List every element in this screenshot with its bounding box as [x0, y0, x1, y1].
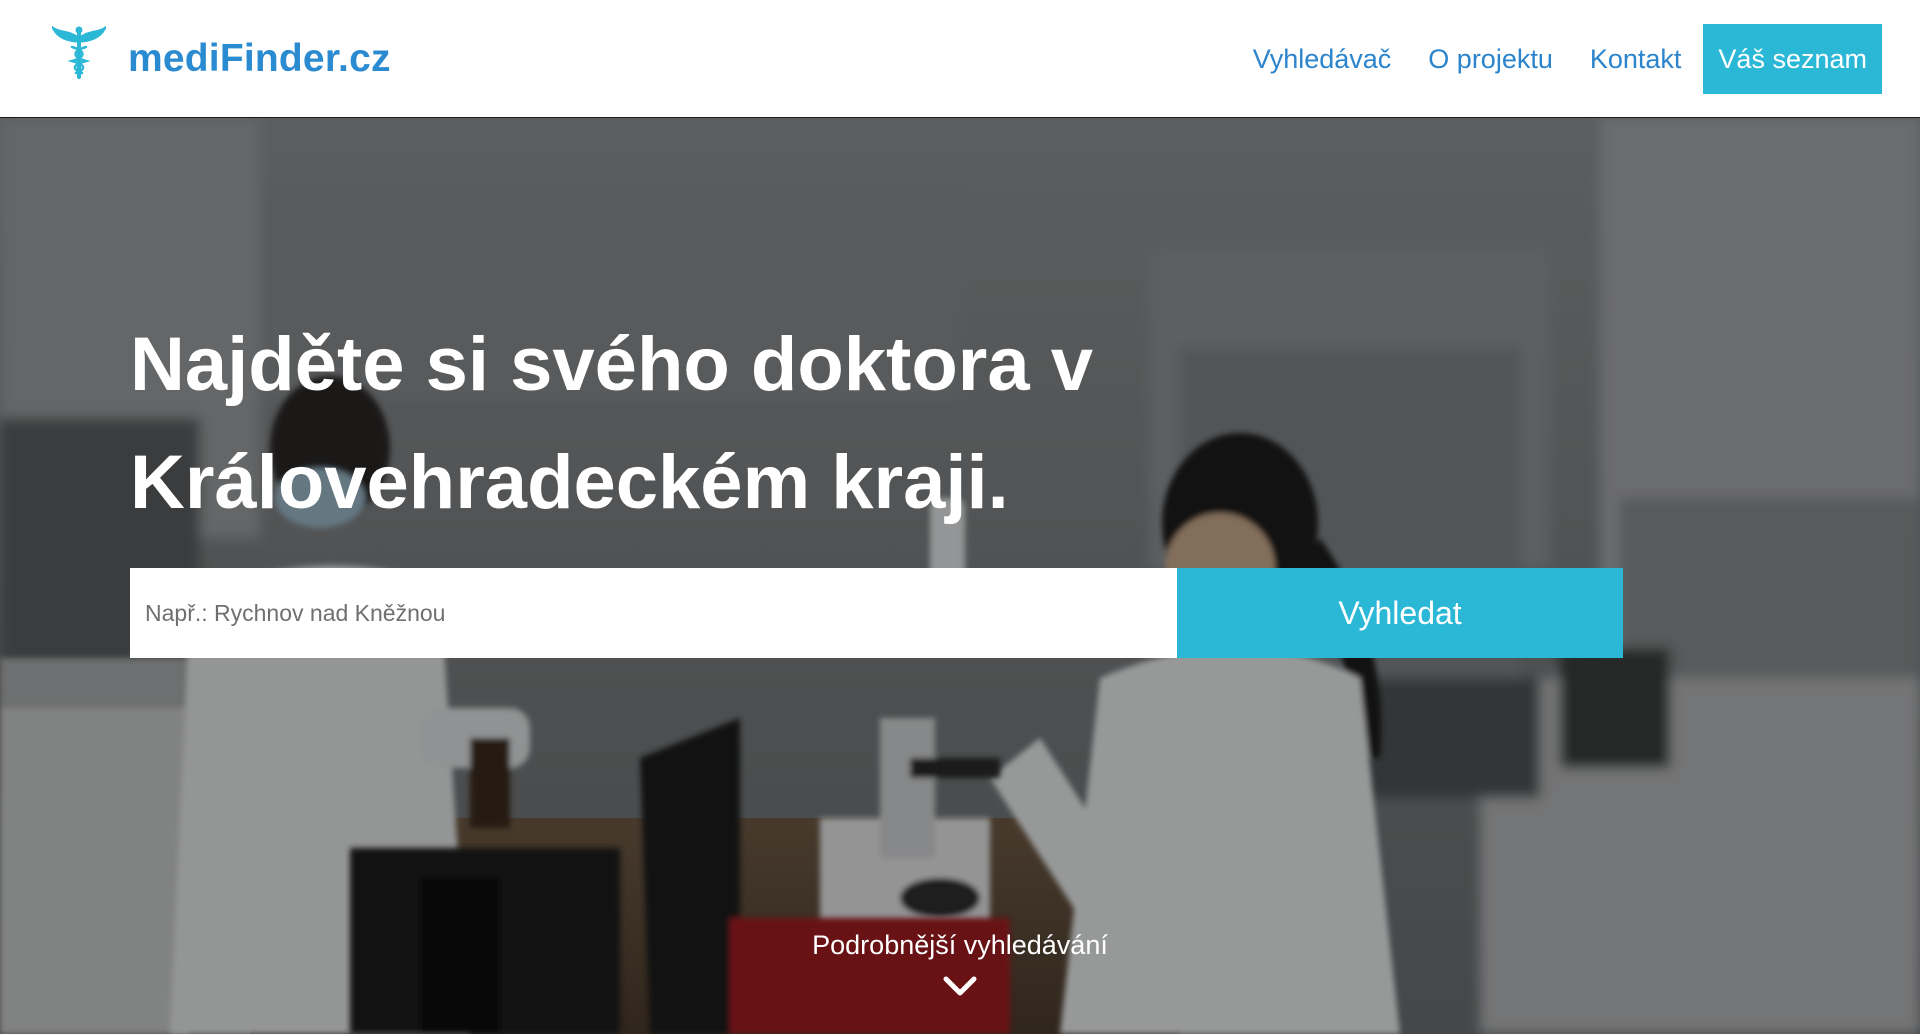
your-list-button[interactable]: Váš seznam — [1703, 24, 1882, 94]
site-header: mediFinder.cz Vyhledávač O projektu Kont… — [0, 0, 1920, 118]
search-form: Vyhledat — [130, 568, 1623, 658]
brand-logo-link[interactable]: mediFinder.cz — [52, 22, 391, 82]
search-input[interactable] — [130, 568, 1177, 658]
advanced-search-toggle[interactable]: Podrobnější vyhledávání — [0, 930, 1920, 997]
nav-item-about[interactable]: O projektu — [1428, 24, 1553, 94]
advanced-search-label: Podrobnější vyhledávání — [812, 930, 1108, 960]
hero-title: Najděte si svého doktora v Královehradec… — [130, 322, 1093, 525]
hero-section: Najděte si svého doktora v Královehradec… — [0, 118, 1920, 1034]
search-button[interactable]: Vyhledat — [1177, 568, 1623, 658]
nav-item-search[interactable]: Vyhledávač — [1253, 24, 1392, 94]
chevron-down-icon[interactable] — [943, 975, 977, 997]
caduceus-icon — [52, 25, 106, 79]
nav-item-contact[interactable]: Kontakt — [1590, 24, 1682, 94]
brand-name: mediFinder.cz — [128, 37, 391, 80]
main-nav: Vyhledávač O projektu Kontakt Váš seznam — [1253, 24, 1882, 94]
